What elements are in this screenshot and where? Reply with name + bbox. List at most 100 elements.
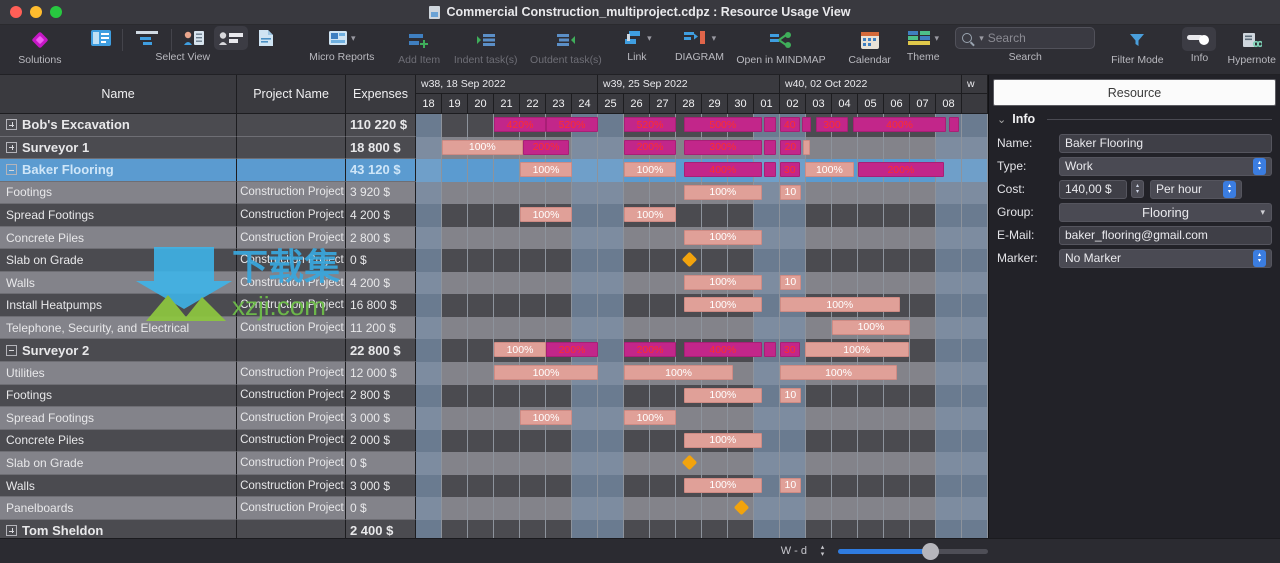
cell-name[interactable]: Concrete Piles bbox=[0, 429, 238, 453]
email-input[interactable]: baker_flooring@gmail.com bbox=[1059, 225, 1272, 245]
usage-bar[interactable]: 300 bbox=[816, 117, 848, 132]
milestone-marker[interactable] bbox=[733, 500, 750, 516]
cards-view-icon[interactable] bbox=[84, 25, 118, 51]
toolbar-calendar[interactable]: Calendar bbox=[844, 27, 895, 66]
cost-stepper[interactable]: ▴ ▾ bbox=[1131, 180, 1144, 198]
cell-expenses[interactable]: 3 000 $ bbox=[345, 407, 416, 430]
table-row[interactable]: Spread Footings Construction Project 3 000… bbox=[0, 407, 988, 430]
toolbar-theme[interactable]: ▾ Theme bbox=[901, 27, 945, 63]
toolbar-solutions[interactable]: Solutions bbox=[14, 27, 66, 66]
toolbar-info[interactable]: Info bbox=[1177, 27, 1221, 64]
chevron-down-icon[interactable]: ▾ bbox=[351, 33, 356, 44]
usage-bar[interactable]: 100% bbox=[832, 319, 910, 335]
cell-expenses[interactable]: 3 000 $ bbox=[345, 474, 416, 498]
cell-project[interactable]: Construction Project bbox=[237, 181, 346, 205]
usage-bar[interactable]: 100% bbox=[624, 365, 734, 381]
cell-name[interactable]: Footings bbox=[0, 181, 238, 205]
usage-bar[interactable]: 100% bbox=[780, 297, 900, 313]
usage-bar[interactable]: 20 bbox=[780, 139, 801, 155]
table-row[interactable]: Slab on Grade Construction Project 0 $ bbox=[0, 452, 988, 475]
expand-icon[interactable] bbox=[6, 141, 17, 153]
timeline-row[interactable]: 100% 100% bbox=[416, 407, 988, 430]
cell-name[interactable]: Slab on Grade bbox=[0, 452, 238, 475]
milestone-marker[interactable] bbox=[681, 454, 698, 471]
cost-unit-select[interactable]: Per hour ▴ ▾ bbox=[1150, 179, 1242, 199]
cell-name[interactable]: Walls bbox=[0, 474, 238, 498]
usage-bar[interactable]: 100% bbox=[624, 410, 676, 426]
usage-bar[interactable]: 30 bbox=[780, 162, 800, 178]
usage-bar[interactable]: 200% bbox=[522, 139, 570, 155]
table-row[interactable]: Panelboards Construction Project 0 $ bbox=[0, 497, 988, 520]
toolbar-diagram[interactable]: ▾ DIAGRAM bbox=[671, 27, 728, 63]
timescale-stepper[interactable]: ▴ ▾ bbox=[817, 543, 828, 559]
cell-expenses[interactable]: 4 200 $ bbox=[345, 204, 416, 227]
toolbar-indent[interactable]: Indent task(s) bbox=[450, 27, 520, 66]
cell-project[interactable]: Construction Project bbox=[237, 226, 346, 250]
usage-bar[interactable]: 100% bbox=[520, 207, 572, 223]
timeline-row[interactable] bbox=[416, 249, 988, 272]
usage-bar[interactable]: 100% bbox=[683, 432, 762, 448]
table-row[interactable]: Concrete Piles Construction Project 2 000 … bbox=[0, 429, 988, 453]
usage-bar[interactable]: 100% bbox=[804, 162, 855, 178]
timeline-row[interactable]: 100% bbox=[416, 316, 988, 340]
cell-expenses[interactable]: 18 800 $ bbox=[345, 136, 416, 160]
cell-name[interactable]: Surveyor 1 bbox=[0, 136, 238, 160]
chevron-down-icon[interactable]: ▾ bbox=[1260, 207, 1265, 218]
usage-bar[interactable]: 400% bbox=[852, 117, 947, 132]
usage-bar[interactable]: 30 bbox=[780, 342, 800, 358]
timeline-row[interactable]: 100% 100% bbox=[416, 294, 988, 317]
cell-project[interactable]: Construction Project bbox=[237, 407, 346, 430]
grid-body[interactable]: Bob's Excavation 110 220 $420% 520% 520% 500… bbox=[0, 114, 988, 538]
search-input[interactable]: ▾ Search bbox=[955, 27, 1096, 50]
stepper-icon[interactable]: ▴ ▾ bbox=[1253, 157, 1266, 175]
timeline-row[interactable]: 100% 200% 200% 400% 30 100% bbox=[416, 339, 988, 363]
usage-bar[interactable]: 100% bbox=[683, 297, 762, 313]
cell-name[interactable]: Utilities bbox=[0, 362, 238, 385]
table-row[interactable]: Walls Construction Project 4 200 $ 100% 10 bbox=[0, 271, 988, 295]
usage-bar[interactable] bbox=[949, 117, 960, 132]
table-row[interactable]: Utilities Construction Project 12 000 $100… bbox=[0, 362, 988, 385]
cell-name[interactable]: Footings bbox=[0, 384, 238, 408]
cell-expenses[interactable]: 2 000 $ bbox=[345, 429, 416, 453]
stepper-icon[interactable]: ▴ ▾ bbox=[1253, 249, 1266, 267]
zoom-slider-knob[interactable] bbox=[922, 542, 939, 560]
usage-bar[interactable]: 100% bbox=[780, 365, 897, 381]
report-page-icon[interactable] bbox=[250, 25, 282, 51]
timeline-row[interactable]: 100% 200% 200% 300% 20 bbox=[416, 136, 988, 160]
cell-expenses[interactable]: 110 220 $ bbox=[345, 114, 416, 137]
type-select[interactable]: Work ▴ ▾ bbox=[1059, 156, 1272, 176]
table-row[interactable]: Install Heatpumps Construction Project 16 … bbox=[0, 294, 988, 317]
cell-expenses[interactable]: 2 400 $ bbox=[345, 519, 416, 538]
cell-project[interactable]: Construction Project bbox=[237, 316, 346, 340]
milestone-marker[interactable] bbox=[681, 252, 698, 268]
expand-icon[interactable] bbox=[6, 119, 17, 131]
cell-expenses[interactable]: 16 800 $ bbox=[345, 294, 416, 317]
table-row[interactable]: Surveyor 2 22 800 $100% 200% 200% 400% 30 100% bbox=[0, 339, 988, 363]
usage-bar[interactable]: 100% bbox=[683, 229, 762, 245]
toolbar-micro-reports[interactable]: ▾ Micro Reports bbox=[306, 27, 378, 63]
chevron-down-icon[interactable]: ▾ bbox=[647, 33, 652, 44]
cell-expenses[interactable]: 4 200 $ bbox=[345, 271, 416, 295]
usage-bar[interactable]: 520% bbox=[624, 117, 676, 132]
cell-name[interactable]: Panelboards bbox=[0, 497, 238, 520]
cell-project[interactable] bbox=[237, 136, 346, 160]
usage-bar[interactable]: 100% bbox=[494, 365, 598, 381]
timeline-row[interactable]: 100% 100% 400% 30 100% 200% bbox=[416, 159, 988, 182]
usage-bar[interactable]: 10 bbox=[780, 477, 801, 493]
cell-project[interactable] bbox=[237, 159, 346, 182]
table-row[interactable]: Footings Construction Project 3 920 $100% 1… bbox=[0, 181, 988, 205]
toolbar-open-mindmap[interactable]: Open in MINDMAP bbox=[734, 27, 828, 66]
name-input[interactable]: Baker Flooring bbox=[1059, 133, 1272, 153]
timeline-row[interactable]: 100% 100% 100% bbox=[416, 362, 988, 385]
cell-project[interactable]: Construction Project bbox=[237, 249, 346, 272]
usage-bar[interactable] bbox=[764, 162, 777, 178]
usage-bar[interactable]: 100% bbox=[520, 162, 572, 178]
usage-bar[interactable] bbox=[764, 342, 777, 358]
cell-expenses[interactable]: 0 $ bbox=[345, 452, 416, 475]
usage-bar[interactable]: 100% bbox=[442, 139, 523, 155]
usage-bar[interactable]: 10 bbox=[780, 184, 801, 200]
timeline-row[interactable]: 420% 520% 520% 500% 40 300 400% bbox=[416, 114, 988, 137]
resource-sheet-icon[interactable] bbox=[176, 25, 212, 51]
usage-bar[interactable]: 520% bbox=[546, 117, 598, 132]
table-row[interactable]: Footings Construction Project 2 800 $100% 1… bbox=[0, 384, 988, 408]
